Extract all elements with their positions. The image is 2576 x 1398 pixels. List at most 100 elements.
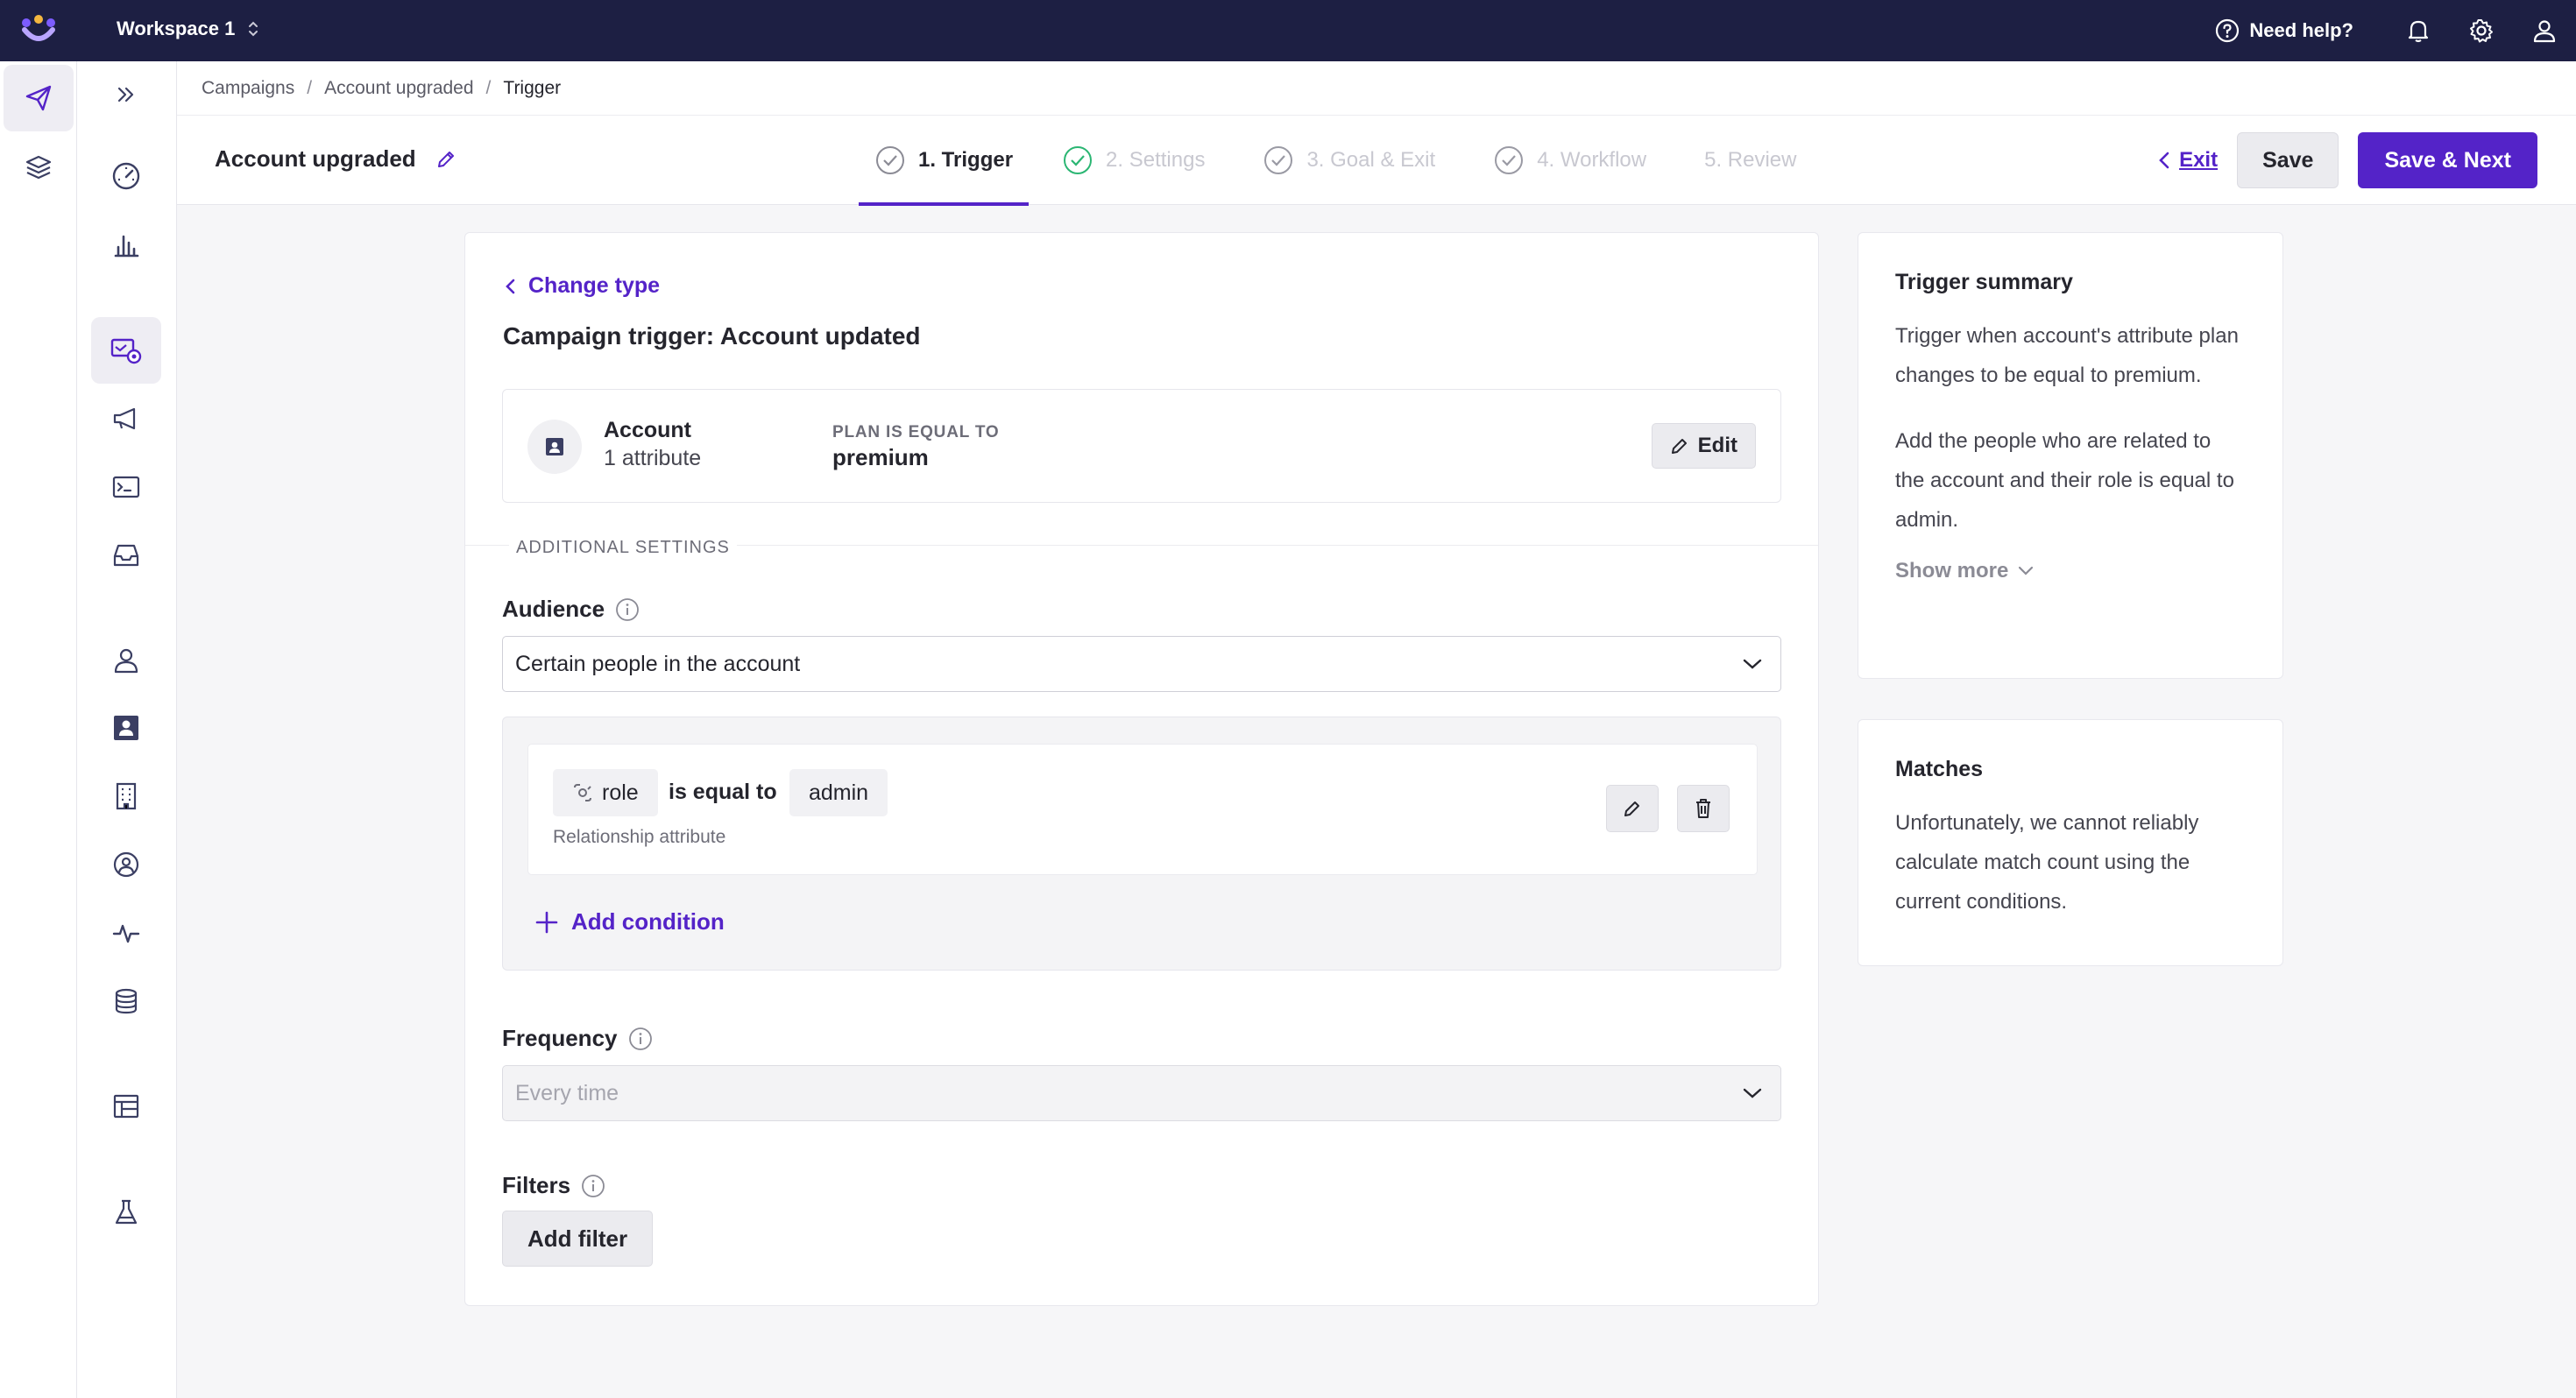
breadcrumb-separator: / <box>485 77 492 98</box>
notifications-bell-icon[interactable] <box>2387 0 2450 61</box>
expand-double-chevron-icon[interactable] <box>91 61 161 128</box>
matches-title: Matches <box>1895 757 1984 781</box>
user-profile-icon[interactable] <box>2513 0 2576 61</box>
object-subtext: 1 attribute <box>604 446 702 470</box>
save-button[interactable]: Save <box>2237 132 2339 188</box>
check-circle-icon <box>1062 145 1093 176</box>
primary-rail <box>0 61 77 1398</box>
campaign-header: Account upgraded 1. Trigger 2. Settings … <box>177 116 2576 206</box>
trigger-card: Change type Campaign trigger: Account up… <box>464 232 1819 1306</box>
inbox-tray-icon[interactable] <box>91 522 161 589</box>
audience-conditions: role is equal to admin Relationship attr… <box>502 717 1781 971</box>
tab-step-review[interactable]: 5. Review <box>1688 116 1812 205</box>
analytics-bar-chart-icon[interactable] <box>91 211 161 278</box>
campaign-name-text: Account upgraded <box>215 145 416 172</box>
people-person-icon[interactable] <box>91 627 161 694</box>
workspace-name: Workspace 1 <box>117 18 236 39</box>
value-chip[interactable]: admin <box>789 769 888 816</box>
tab-label: 3. Goal & Exit <box>1306 148 1436 172</box>
info-icon[interactable] <box>628 1027 653 1051</box>
help-label: Need help? <box>2249 19 2353 41</box>
top-bar: Workspace 1 Need help? <box>0 0 2576 61</box>
breadcrumb-campaigns[interactable]: Campaigns <box>202 78 294 99</box>
filters-label: Filters <box>502 1172 605 1199</box>
summary-paragraph-1: Trigger when account's attribute plan ch… <box>1895 324 2239 387</box>
campaign-name: Account upgraded <box>215 145 456 173</box>
change-type-link[interactable]: Change type <box>504 273 660 299</box>
attribute-chip[interactable]: role <box>553 769 658 816</box>
summary-paragraph-2: Add the people who are related to the ac… <box>1895 429 2234 532</box>
chevron-down-icon <box>2017 566 2035 576</box>
segments-user-circle-icon[interactable] <box>91 831 161 898</box>
data-database-icon[interactable] <box>91 968 161 1034</box>
add-filter-button[interactable]: Add filter <box>502 1211 654 1267</box>
tab-step-workflow[interactable]: 4. Workflow <box>1477 116 1662 205</box>
accounts-building-icon[interactable] <box>91 763 161 830</box>
tab-step-goal-exit[interactable]: 3. Goal & Exit <box>1247 116 1451 205</box>
table-grid-icon[interactable] <box>91 1073 161 1140</box>
settings-gear-icon[interactable] <box>2450 0 2513 61</box>
frequency-label-text: Frequency <box>502 1025 618 1051</box>
filters-label-text: Filters <box>502 1172 571 1198</box>
triggered-campaign-icon[interactable] <box>91 317 161 384</box>
breadcrumb: Campaigns / Account upgraded / Trigger <box>177 61 2576 116</box>
pencil-icon <box>1623 799 1642 818</box>
broadcast-megaphone-icon[interactable] <box>91 385 161 452</box>
change-type-label: Change type <box>528 273 661 298</box>
tab-label: 4. Workflow <box>1537 148 1647 172</box>
pencil-edit-icon[interactable] <box>435 149 456 170</box>
edit-condition-button[interactable] <box>1606 785 1659 832</box>
activity-pulse-icon[interactable] <box>91 900 161 966</box>
trigger-title: Campaign trigger: Account updated <box>503 322 921 350</box>
delete-condition-button[interactable] <box>1677 785 1730 832</box>
condition-label: PLAN IS EQUAL TO <box>832 423 1000 441</box>
tab-label: 5. Review <box>1704 148 1797 172</box>
dashboard-gauge-icon[interactable] <box>91 143 161 209</box>
exit-link[interactable]: Exit <box>2158 148 2218 173</box>
audience-label: Audience <box>502 596 640 623</box>
frequency-label: Frequency <box>502 1025 653 1052</box>
audience-select-value: Certain people in the account <box>515 651 801 676</box>
audience-label-text: Audience <box>502 596 605 622</box>
terminal-window-icon[interactable] <box>91 454 161 520</box>
account-contact-icon <box>527 420 582 474</box>
layers-stack-icon[interactable] <box>4 135 74 201</box>
experiments-flask-icon[interactable] <box>91 1179 161 1246</box>
info-icon[interactable] <box>581 1174 605 1198</box>
value-text: admin <box>809 780 869 805</box>
help-link[interactable]: Need help? <box>2214 18 2353 44</box>
breadcrumb-campaign[interactable]: Account upgraded <box>324 78 473 99</box>
contact-card-icon[interactable] <box>91 695 161 761</box>
matches-panel: Matches Unfortunately, we cannot reliabl… <box>1858 719 2283 966</box>
summary-title: Trigger summary <box>1895 270 2073 294</box>
attribute-name: role <box>602 780 639 805</box>
additional-settings-heading: ADDITIONAL SETTINGS <box>509 538 737 558</box>
chevron-down-icon <box>1742 658 1763 670</box>
trigger-summary-panel: Trigger summary Trigger when account's a… <box>1858 232 2283 679</box>
condition-value: premium <box>832 444 929 470</box>
condition-row: role is equal to admin Relationship attr… <box>527 744 1758 875</box>
step-tabs: 1. Trigger 2. Settings 3. Goal & Exit 4.… <box>859 116 1812 206</box>
header-actions: Exit Save Save & Next <box>2158 132 2537 188</box>
save-next-button[interactable]: Save & Next <box>2358 132 2537 188</box>
frequency-select[interactable]: Every time <box>502 1065 1781 1121</box>
edit-trigger-button[interactable]: Edit <box>1651 423 1756 469</box>
edit-label: Edit <box>1697 434 1737 457</box>
campaigns-paper-plane-icon[interactable] <box>4 65 74 131</box>
tab-step-settings[interactable]: 2. Settings <box>1046 116 1221 205</box>
app-logo-icon[interactable] <box>19 12 58 47</box>
info-icon[interactable] <box>615 597 640 622</box>
show-more-label: Show more <box>1895 559 2009 582</box>
check-circle-icon <box>874 145 906 176</box>
breadcrumb-separator: / <box>307 77 313 98</box>
tab-step-trigger[interactable]: 1. Trigger <box>859 116 1030 206</box>
workspace-switcher[interactable]: Workspace 1 <box>117 18 259 40</box>
show-more-toggle[interactable]: Show more <box>1895 559 2246 583</box>
chevron-left-icon <box>2158 150 2170 171</box>
breadcrumb-current: Trigger <box>503 77 562 98</box>
question-circle-icon <box>2214 18 2240 44</box>
add-condition-button[interactable]: Add condition <box>534 908 725 936</box>
audience-select[interactable]: Certain people in the account <box>502 636 1781 692</box>
exit-label: Exit <box>2179 148 2219 172</box>
chevron-left-icon <box>504 276 516 297</box>
